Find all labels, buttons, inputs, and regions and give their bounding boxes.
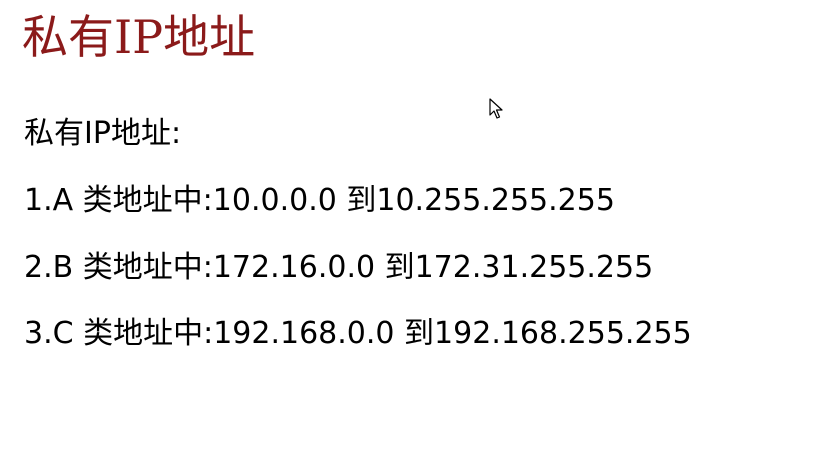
class-c-range: 3.C 类地址中:192.168.0.0 到192.168.255.255 (24, 316, 692, 351)
slide: 私有IP地址 私有IP地址: 1.A 类地址中:10.0.0.0 到10.255… (0, 0, 829, 464)
class-a-range: 1.A 类地址中:10.0.0.0 到10.255.255.255 (24, 183, 615, 218)
body-heading: 私有IP地址: (24, 116, 182, 151)
class-b-range: 2.B 类地址中:172.16.0.0 到172.31.255.255 (24, 250, 654, 285)
mouse-pointer-icon (489, 98, 503, 119)
slide-title: 私有IP地址 (22, 10, 256, 64)
